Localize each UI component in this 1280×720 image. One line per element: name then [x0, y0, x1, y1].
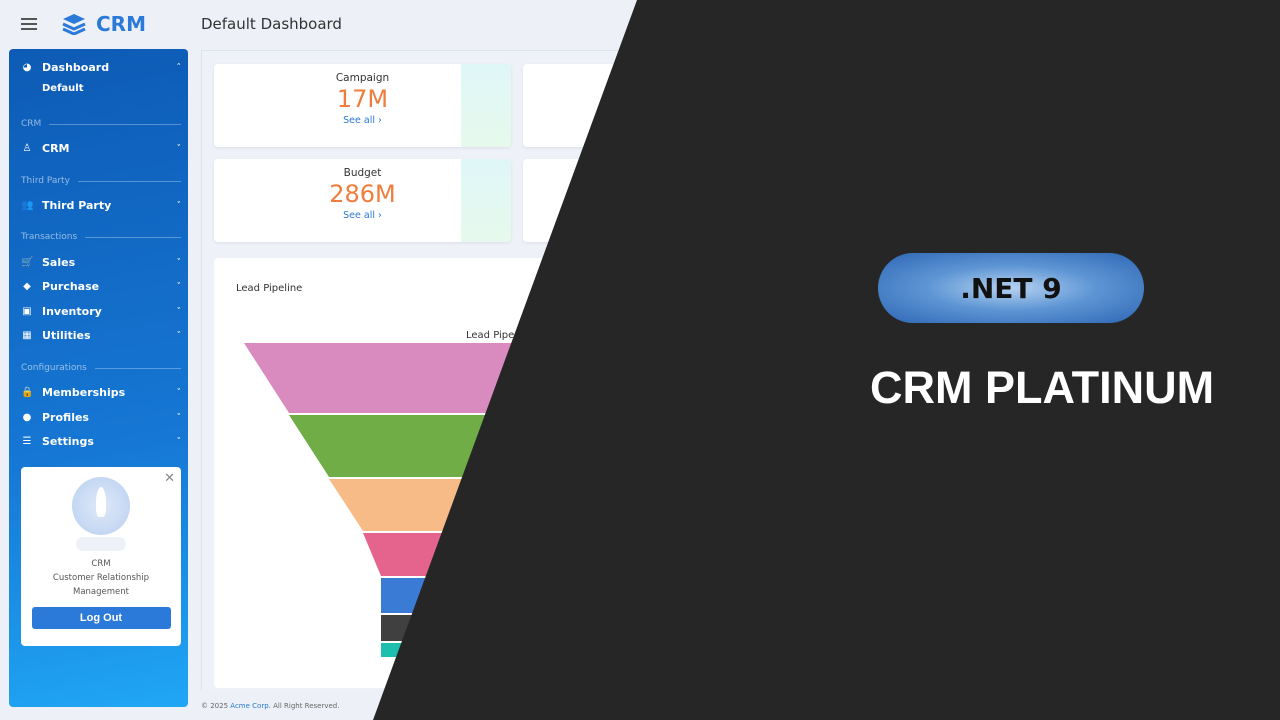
section-label: Configurations: [21, 363, 181, 373]
logout-button[interactable]: Log Out: [31, 607, 171, 629]
sidebar-item-inventory[interactable]: ▣ Inventory ˅: [21, 305, 181, 318]
close-icon[interactable]: ✕: [164, 471, 175, 486]
sidebar-item-label: Inventory: [42, 305, 102, 318]
copyright: © 2025: [201, 702, 229, 710]
cart-icon: 🛒: [21, 257, 34, 268]
tag-icon: ◆: [23, 281, 31, 292]
sidebar-item-dashboard[interactable]: ◕ Dashboard ˄: [21, 61, 181, 74]
user-icon: ●: [22, 412, 32, 423]
brand-name: CRM: [96, 12, 146, 36]
chevron-down-icon: ˅: [176, 412, 182, 423]
sidebar-item-settings[interactable]: ☰ Settings ˅: [21, 435, 181, 448]
sidebar-item-label: Sales: [42, 256, 76, 269]
sidebar-item-purchase[interactable]: ◆ Purchase ˅: [21, 280, 181, 293]
sidebar: ◕ Dashboard ˄ Default CRM ♙ CRM ˅ Third Part…: [9, 49, 188, 707]
copyright-text: All Right Reserved.: [273, 702, 340, 710]
sidebar-item-third-party[interactable]: 👥 Third Party ˅: [21, 199, 181, 212]
sidebar-item-label: Settings: [42, 435, 94, 448]
card-text: Customer Relationship: [52, 573, 150, 583]
sidebar-item-label: Utilities: [42, 329, 91, 342]
chevron-down-icon: ˅: [176, 387, 182, 398]
version-badge: .NET 9: [878, 253, 1144, 323]
chevron-down-icon: ˅: [176, 281, 182, 292]
sidebar-item-crm[interactable]: ♙ CRM ˅: [21, 142, 181, 155]
award-icon: ♙: [22, 143, 32, 154]
chevron-down-icon: ˅: [176, 143, 182, 154]
sidebar-item-utilities[interactable]: ▦ Utilities ˅: [21, 329, 181, 342]
company-link[interactable]: Acme Corp.: [230, 702, 271, 710]
sidebar-item-profiles[interactable]: ● Profiles ˅: [21, 411, 181, 424]
chevron-down-icon: ˅: [176, 257, 182, 268]
sidebar-subitem-default[interactable]: Default: [42, 83, 84, 94]
rocket-icon: [72, 477, 130, 535]
cloud-illustration: [76, 537, 126, 551]
chevron-up-icon: ˄: [176, 62, 182, 73]
promo-card: ✕ CRM Customer Relationship Management L…: [21, 467, 181, 646]
pie-chart-icon: ◕: [22, 62, 32, 73]
section-label: CRM: [21, 119, 181, 129]
sidebar-item-label: Purchase: [42, 280, 100, 293]
sidebar-item-label: Profiles: [42, 411, 89, 424]
footer: © 2025 Acme Corp. All Right Reserved.: [201, 702, 339, 710]
wave-decoration: [461, 159, 511, 242]
lock-icon: 🔒: [21, 387, 34, 398]
menu-icon[interactable]: [21, 18, 37, 30]
chevron-down-icon: ˅: [176, 436, 182, 447]
wave-decoration: [461, 64, 511, 147]
product-title: CRM PLATINUM: [870, 362, 1215, 413]
section-label: Third Party: [21, 176, 181, 186]
kpi-card-campaign: Campaign 17M See all ›: [214, 64, 511, 147]
calendar-icon: ▦: [22, 330, 32, 341]
sidebar-item-label: CRM: [42, 142, 70, 155]
sidebar-item-sales[interactable]: 🛒 Sales ˅: [21, 256, 181, 269]
sidebar-item-memberships[interactable]: 🔒 Memberships ˅: [21, 386, 181, 399]
chevron-down-icon: ˅: [176, 330, 182, 341]
section-label: Transactions: [21, 232, 181, 242]
chevron-down-icon: ˅: [176, 306, 182, 317]
sliders-icon: ☰: [22, 436, 32, 447]
sidebar-item-label: Third Party: [42, 199, 112, 212]
page-title: Default Dashboard: [201, 15, 342, 33]
layers-icon: [62, 14, 86, 35]
dark-overlay: [373, 0, 1280, 720]
chevron-down-icon: ˅: [176, 200, 182, 211]
sidebar-item-label: Dashboard: [42, 61, 110, 74]
box-icon: ▣: [22, 306, 32, 317]
users-icon: 👥: [21, 200, 34, 211]
kpi-card-budget: Budget 286M See all ›: [214, 159, 511, 242]
card-text: Management: [73, 587, 129, 597]
logo[interactable]: CRM: [62, 12, 146, 36]
card-text: CRM: [91, 559, 111, 569]
sidebar-item-label: Memberships: [42, 386, 126, 399]
